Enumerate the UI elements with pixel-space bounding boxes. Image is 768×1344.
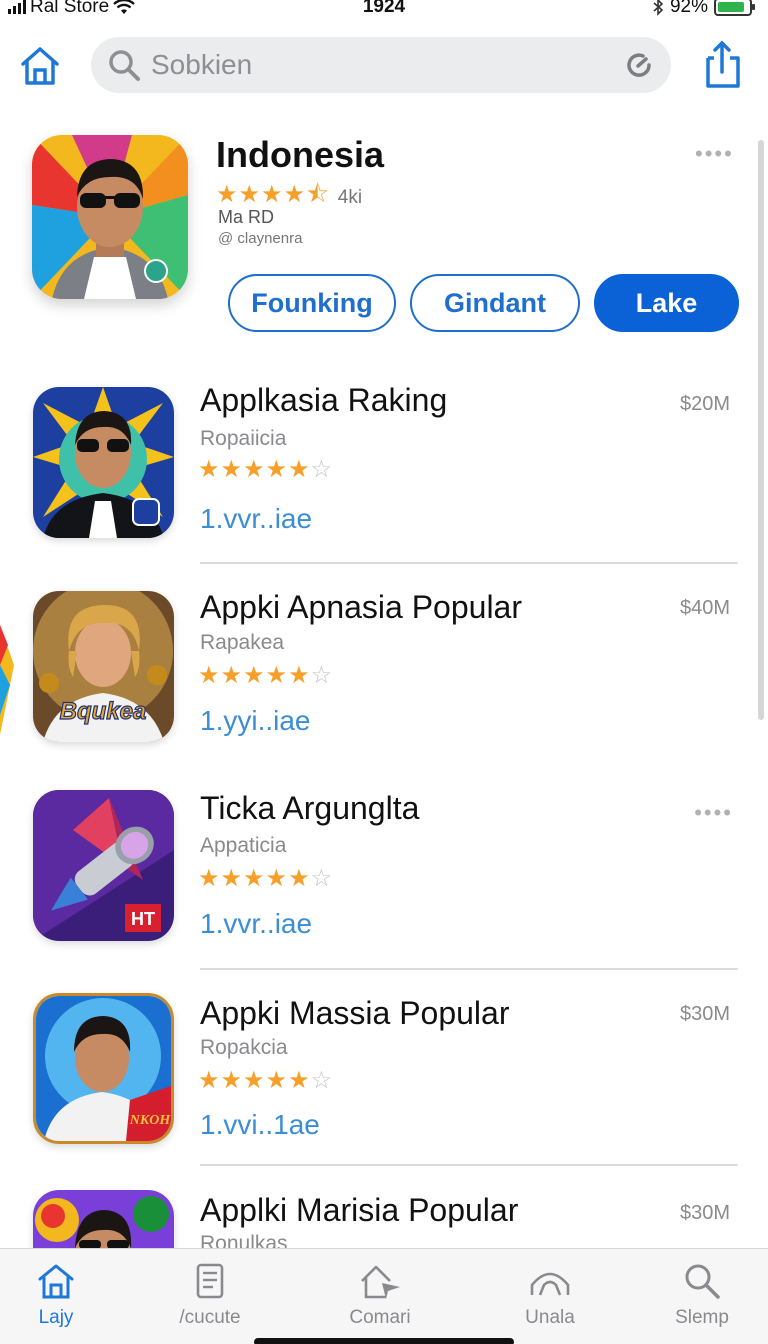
refresh-icon[interactable] (623, 49, 655, 81)
icon-text: NKOH (129, 1113, 171, 1128)
app-price: $30M (679, 1202, 730, 1224)
app-title: Appki Massia Popular (200, 995, 510, 1031)
app-subtitle: Rapakea (200, 631, 285, 654)
app-version[interactable]: 1.vvr..iae (200, 503, 312, 535)
app-price: $20M (679, 393, 730, 415)
battery-percent: 92% (669, 0, 708, 17)
search-bar[interactable]: Sobkien (91, 37, 671, 93)
app-version[interactable]: 1.vvr..iae (200, 908, 312, 940)
tab-label: Lajy (38, 1307, 74, 1328)
app-subtitle: Ronulkas (200, 1232, 288, 1248)
document-icon (196, 1263, 224, 1299)
featured-developer: Ma RD (218, 207, 275, 227)
divider (200, 1164, 738, 1166)
tab-unala[interactable]: Unala (490, 1261, 610, 1329)
tab-lajy[interactable]: Lajy (0, 1261, 116, 1329)
tab-label: /cucute (179, 1307, 241, 1328)
battery-icon (714, 0, 755, 16)
home-icon[interactable] (18, 44, 62, 88)
app-icon: NKOH (33, 993, 174, 1144)
tab-cucute[interactable]: /cucute (150, 1261, 270, 1329)
tab-label: Unala (525, 1307, 575, 1328)
app-icon (33, 1190, 174, 1248)
edge-decoration (0, 625, 14, 735)
tab-comari[interactable]: Comari (320, 1261, 440, 1329)
app-subtitle: Ropaiicia (200, 427, 287, 450)
app-title: Appki Apnasia Popular (200, 589, 522, 625)
featured-handle: @ claynenra (218, 230, 303, 247)
icon-text: HT (131, 909, 155, 929)
icon-text: Bqukea (60, 698, 147, 725)
status-right: 92% (652, 0, 755, 18)
search-icon (109, 50, 140, 81)
star-rating: ★★★★★☆ (198, 1067, 334, 1094)
home-icon (38, 1264, 74, 1299)
more-options-icon[interactable]: •••• (694, 802, 733, 824)
app-title: Ticka Argunglta (200, 790, 420, 826)
house-plane-icon (361, 1265, 400, 1299)
scrollbar[interactable] (758, 140, 764, 720)
tab-slemp[interactable]: Slemp (642, 1261, 762, 1329)
dome-icon (530, 1272, 570, 1296)
tab-label: Slemp (675, 1307, 729, 1328)
app-title: Applkasia Raking (200, 382, 448, 418)
rating-count: 4ki (337, 186, 363, 208)
share-icon[interactable] (700, 40, 744, 90)
app-icon (33, 387, 174, 538)
list-item[interactable]: Applki Marisia Popular Ronulkas $30M (0, 1190, 768, 1248)
home-indicator (254, 1338, 514, 1344)
divider (200, 562, 738, 564)
more-options-icon[interactable]: •••• (695, 143, 734, 165)
lake-button[interactable]: Lake (594, 274, 739, 332)
app-icon: Bqukea (33, 591, 174, 742)
star-rating: ★★★★★☆ (198, 456, 334, 483)
star-rating: ★★★★★☆ (198, 865, 334, 892)
app-version[interactable]: 1.vvi..1ae (200, 1109, 320, 1141)
status-bar: Ral Store 1924 92% (0, 0, 768, 22)
app-icon: HT (33, 790, 174, 941)
app-price: $40M (679, 597, 730, 619)
featured-app-icon[interactable] (32, 135, 188, 299)
featured-app-title: Indonesia (216, 134, 385, 175)
search-placeholder[interactable]: Sobkien (151, 49, 623, 81)
tab-bar: Lajy /cucute Comari Unala Slemp (0, 1248, 768, 1344)
avatar (32, 135, 188, 299)
app-version[interactable]: 1.yyi..iae (200, 705, 311, 737)
bluetooth-icon (653, 0, 664, 16)
app-subtitle: Appaticia (200, 834, 287, 857)
star-rating: ★★★★★☆ (198, 662, 334, 689)
app-price: $30M (679, 1003, 730, 1025)
gindant-button[interactable]: Gindant (410, 274, 580, 332)
app-subtitle: Ropakcia (200, 1036, 288, 1059)
tab-label: Comari (349, 1307, 411, 1328)
divider (200, 968, 738, 970)
search-icon (685, 1264, 720, 1299)
app-title: Applki Marisia Popular (200, 1192, 519, 1228)
founking-button[interactable]: Founking (228, 274, 396, 332)
